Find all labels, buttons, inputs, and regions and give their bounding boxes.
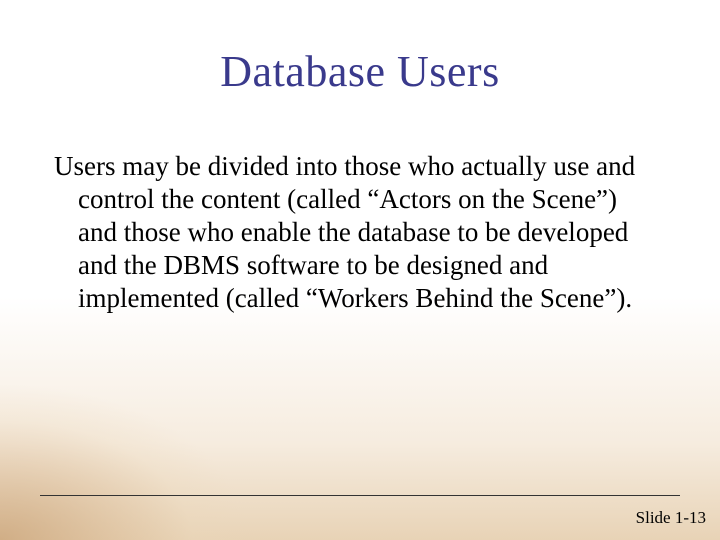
slide-body: Users may be divided into those who actu… xyxy=(54,150,644,315)
footer-divider xyxy=(40,495,680,496)
slide-number: Slide 1-13 xyxy=(636,508,706,528)
slide: Database Users Users may be divided into… xyxy=(0,0,720,540)
slide-title: Database Users xyxy=(0,46,720,97)
body-paragraph: Users may be divided into those who actu… xyxy=(54,150,644,315)
